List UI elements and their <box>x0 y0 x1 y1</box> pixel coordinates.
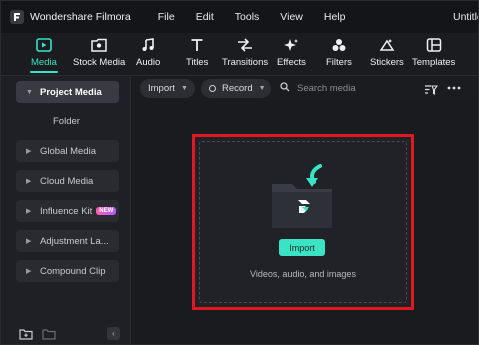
folder-icon[interactable] <box>42 327 56 340</box>
sidebar-item-label: Influence Kit <box>40 205 93 217</box>
tab-stickers[interactable]: Stickers <box>370 37 404 73</box>
effects-sparkle-icon <box>282 37 300 53</box>
sidebar-item-label: Compound Clip <box>40 265 106 277</box>
sidebar-item-influence-kit[interactable]: ▶ Influence Kit NEW <box>16 200 119 222</box>
tab-stock-media[interactable]: Stock Media <box>73 37 125 73</box>
tab-filters-label: Filters <box>326 57 352 68</box>
sidebar-item-label: Cloud Media <box>40 175 94 187</box>
filters-icon <box>330 37 348 53</box>
sidebar-item-compound-clip[interactable]: ▶ Compound Clip <box>16 260 119 282</box>
sidebar-item-adjustment-layer[interactable]: ▶ Adjustment La... <box>16 230 119 252</box>
chevron-right-icon: ▶ <box>26 178 32 185</box>
title-bar: Wondershare Filmora File Edit Tools View… <box>1 1 478 33</box>
sidebar-item-label: Adjustment La... <box>40 235 109 247</box>
tab-effects[interactable]: Effects <box>277 37 306 73</box>
filmora-window: Wondershare Filmora File Edit Tools View… <box>0 0 479 345</box>
import-hint-text: Videos, audio, and images <box>250 269 356 279</box>
tab-titles[interactable]: Titles <box>186 37 208 73</box>
import-dropdown[interactable]: Import ▼ <box>140 79 195 98</box>
chevron-right-icon: ▶ <box>26 238 32 245</box>
menu-view[interactable]: View <box>280 11 303 23</box>
collapse-sidebar-button[interactable]: ‹ <box>107 327 120 340</box>
sidebar-item-project-media[interactable]: ▼ Project Media <box>16 81 119 103</box>
record-dropdown-label: Record <box>222 83 253 94</box>
tab-templates-label: Templates <box>412 57 456 68</box>
tab-audio[interactable]: Audio <box>136 37 160 73</box>
stock-media-icon <box>90 37 108 53</box>
tab-transitions-label: Transitions <box>222 57 269 68</box>
chevron-down-icon: ▼ <box>258 85 266 92</box>
text-t-icon <box>188 37 206 53</box>
media-toolbar: Import ▼ Record ▼ Search media <box>132 76 478 102</box>
import-folder-icon <box>268 162 338 239</box>
record-icon <box>209 85 216 92</box>
chevron-right-icon: ▶ <box>26 268 32 275</box>
media-sidebar: ▼ Project Media Folder ▶ Global Media ▶ … <box>1 76 131 344</box>
search-placeholder: Search media <box>297 83 356 94</box>
chevron-right-icon: ▶ <box>26 148 32 155</box>
sidebar-item-label: Project Media <box>40 86 102 98</box>
tab-stickers-label: Stickers <box>370 57 404 68</box>
transitions-icon <box>236 37 254 53</box>
sidebar-item-folder[interactable]: Folder <box>53 116 80 127</box>
tab-stock-media-label: Stock Media <box>73 57 126 68</box>
chevron-down-icon: ▼ <box>26 88 33 96</box>
main-toolbar: Media Stock Media Audio Titles Transitio… <box>1 33 478 75</box>
menu-edit[interactable]: Edit <box>196 11 214 23</box>
document-title: Untitle <box>453 11 478 23</box>
filter-sort-icon[interactable] <box>424 83 439 101</box>
record-dropdown[interactable]: Record ▼ <box>201 79 271 98</box>
import-media-button[interactable]: Import <box>279 239 325 256</box>
media-icon <box>35 37 53 53</box>
search-icon <box>280 82 290 95</box>
templates-icon <box>425 37 443 53</box>
search-media-input[interactable]: Search media <box>280 82 356 95</box>
menu-file[interactable]: File <box>158 11 175 23</box>
app-name: Wondershare Filmora <box>30 11 131 23</box>
tab-media[interactable]: Media <box>29 37 58 73</box>
tab-audio-label: Audio <box>136 57 161 68</box>
tab-effects-label: Effects <box>277 57 306 68</box>
tab-transitions[interactable]: Transitions <box>222 37 268 73</box>
menu-tools[interactable]: Tools <box>235 11 260 23</box>
import-dropdown-label: Import <box>148 83 175 94</box>
new-folder-icon[interactable] <box>19 327 33 340</box>
filmora-logo-icon <box>10 10 24 24</box>
sidebar-item-global-media[interactable]: ▶ Global Media <box>16 140 119 162</box>
chevron-left-icon: ‹ <box>112 329 115 338</box>
menu-help[interactable]: Help <box>324 11 346 23</box>
new-badge: NEW <box>96 207 117 215</box>
chevron-down-icon: ▼ <box>180 85 188 92</box>
tab-media-label: Media <box>31 57 57 68</box>
sidebar-item-cloud-media[interactable]: ▶ Cloud Media <box>16 170 119 192</box>
tab-templates[interactable]: Templates <box>412 37 455 73</box>
chevron-right-icon: ▶ <box>26 208 32 215</box>
tab-filters[interactable]: Filters <box>326 37 352 73</box>
tab-titles-label: Titles <box>186 57 209 68</box>
sidebar-item-label: Global Media <box>40 145 96 157</box>
stickers-icon <box>378 37 396 53</box>
menu-bar: File Edit Tools View Help <box>158 11 367 23</box>
more-options-icon[interactable] <box>447 83 461 91</box>
music-note-icon <box>139 37 157 53</box>
